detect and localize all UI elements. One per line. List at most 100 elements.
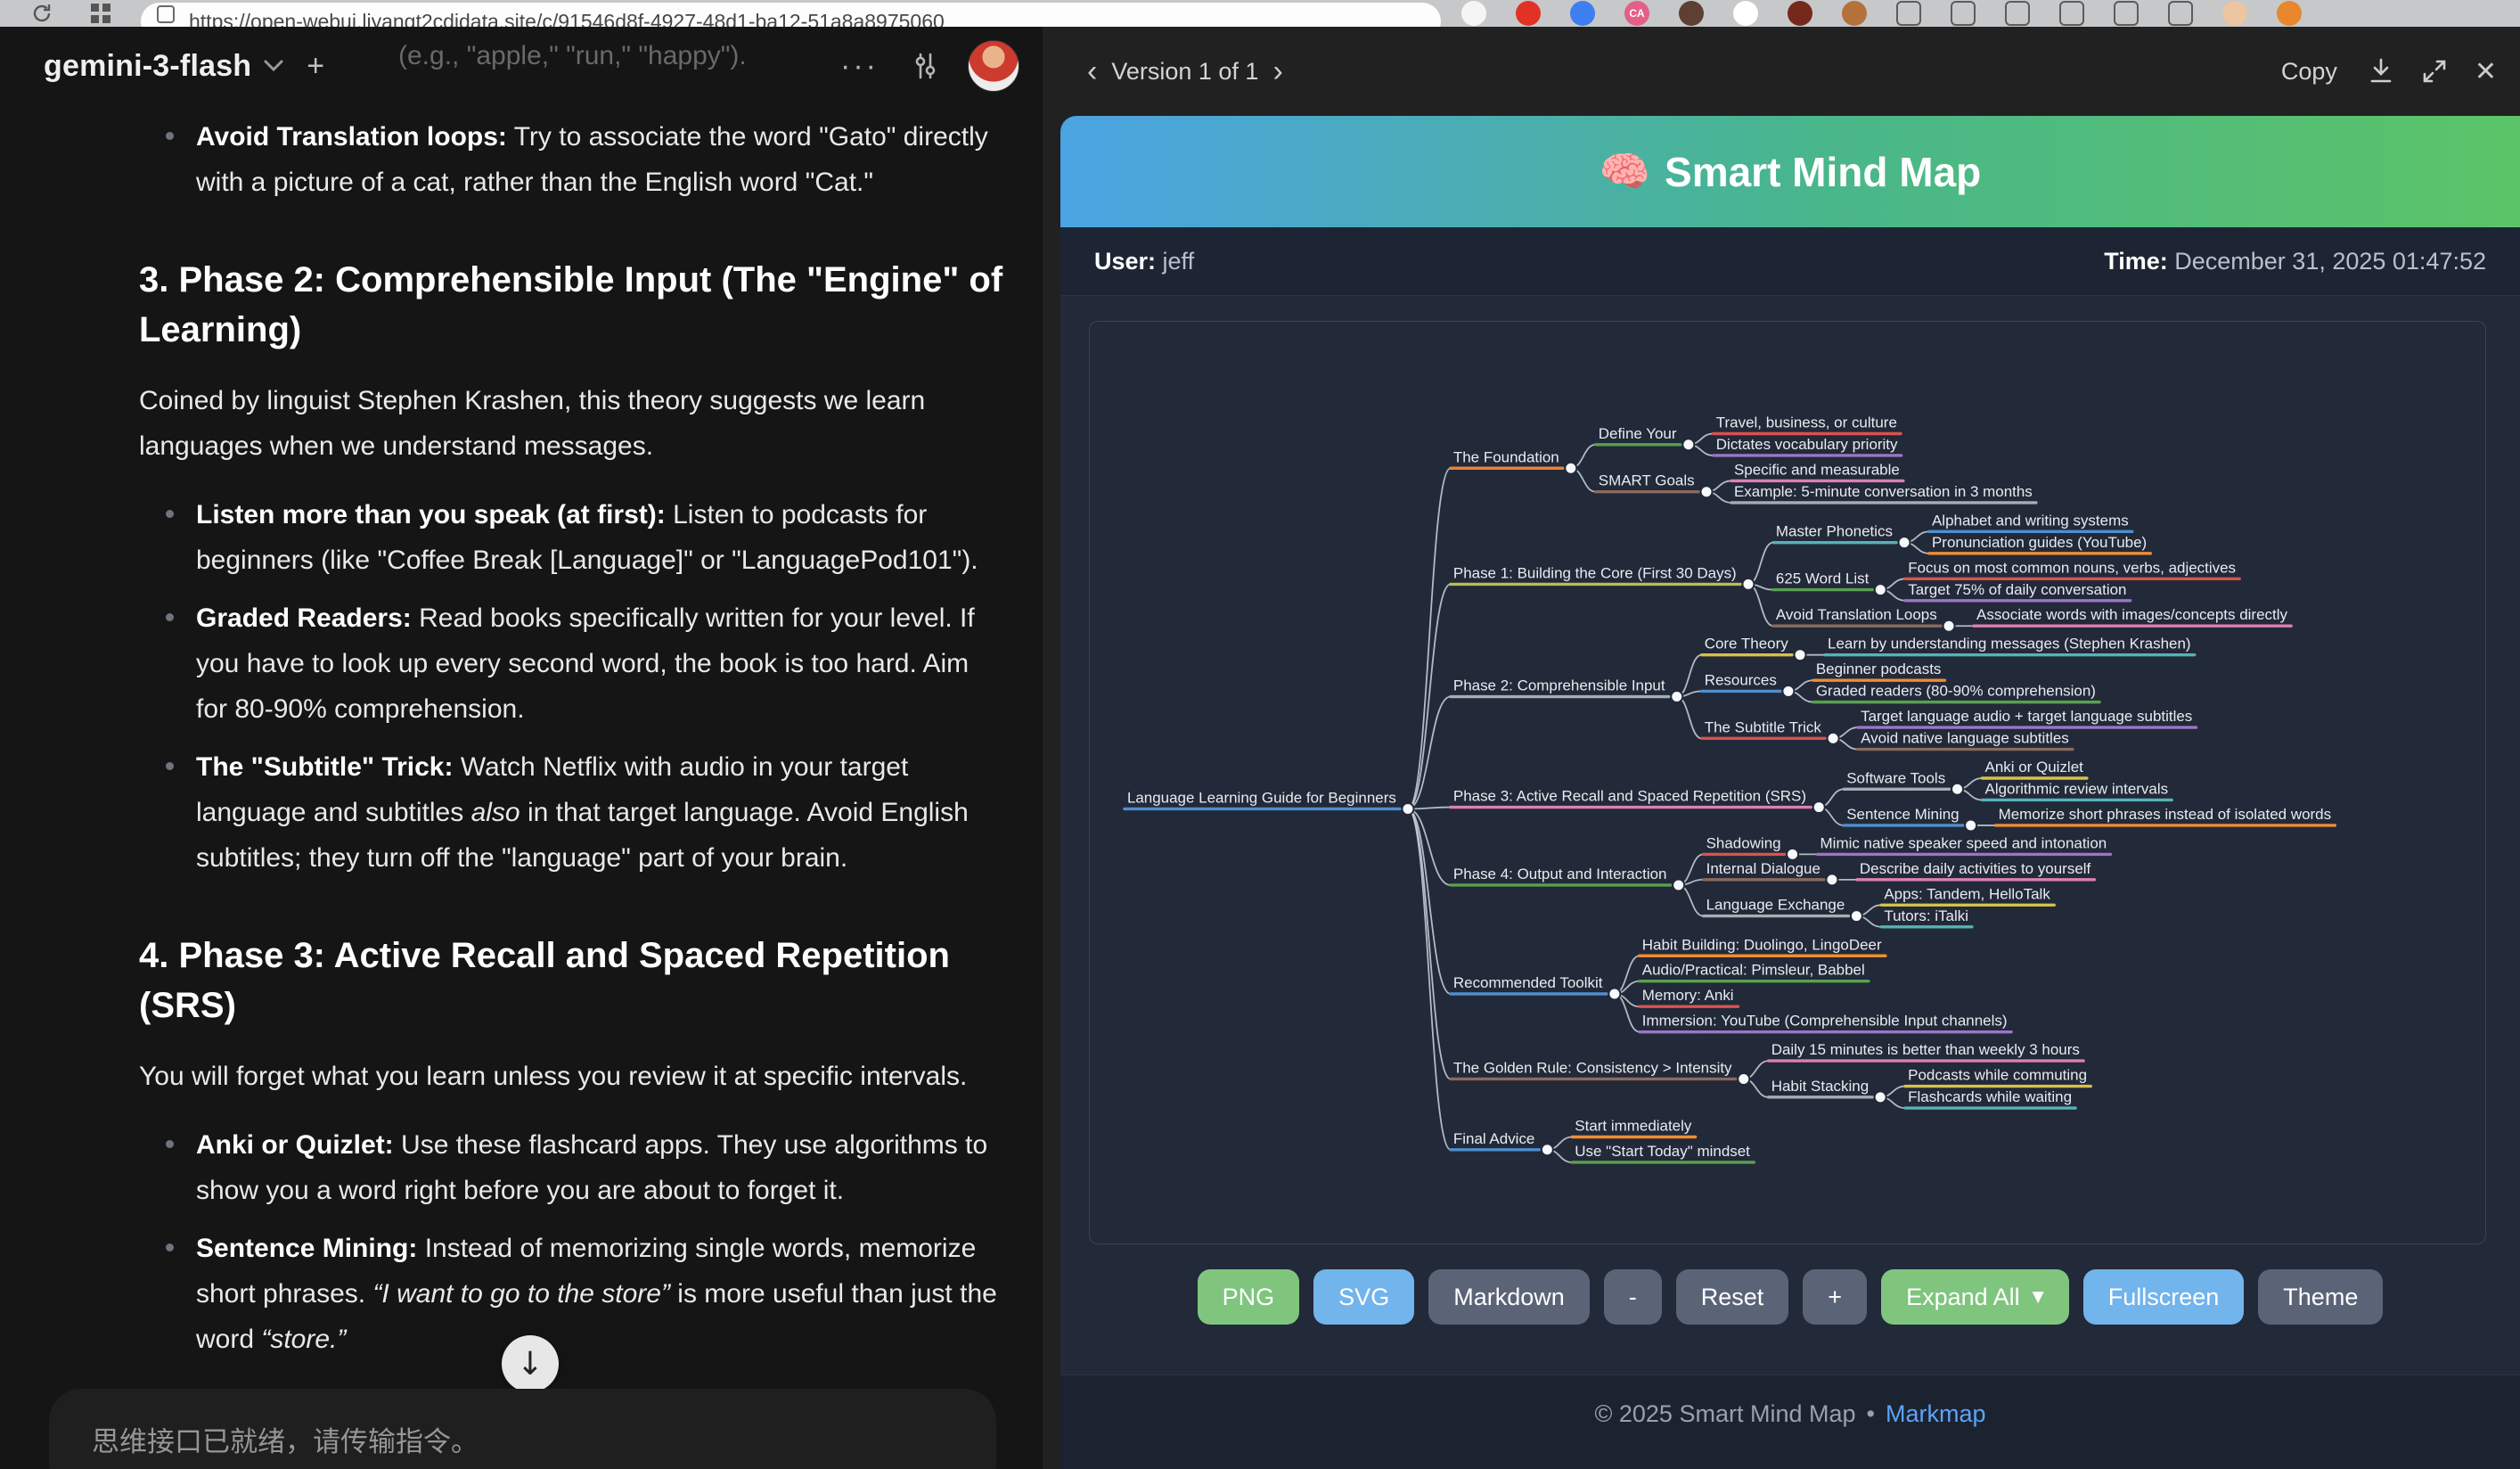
- favicon[interactable]: [1679, 1, 1704, 26]
- close-icon[interactable]: ✕: [2475, 56, 2497, 87]
- extensions-row: CA: [1461, 1, 2302, 26]
- bullet-icon: [166, 510, 174, 518]
- footer-copyright: © 2025 Smart Mind Map: [1594, 1400, 1855, 1428]
- user-info: User: jeff: [1094, 248, 1194, 275]
- mm-button-svg[interactable]: SVG: [1313, 1269, 1414, 1325]
- svg-text:Shadowing: Shadowing: [1706, 834, 1781, 851]
- avatar[interactable]: [968, 40, 1019, 92]
- mindmap-footer: © 2025 Smart Mind Map • Markmap: [1060, 1375, 2520, 1469]
- favicon[interactable]: [1896, 1, 1921, 26]
- scroll-to-bottom-button[interactable]: ↓: [502, 1335, 559, 1392]
- address-url: https://open-webui.liyangt2cdidata.site/…: [189, 10, 945, 28]
- download-icon[interactable]: [2368, 57, 2394, 86]
- mm-button-fullscreen[interactable]: Fullscreen: [2083, 1269, 2245, 1325]
- doc-bullet: Avoid Translation loops: Try to associat…: [139, 114, 1005, 205]
- favicon[interactable]: [2168, 1, 2193, 26]
- svg-text:Core Theory: Core Theory: [1705, 636, 1789, 652]
- chat-panel: (e.g., "apple," "run," "happy"). gemini-…: [0, 27, 1043, 1469]
- svg-text:Beginner podcasts: Beginner podcasts: [1816, 661, 1942, 677]
- time-info: Time: December 31, 2025 01:47:52: [2104, 248, 2486, 275]
- svg-text:Avoid native language subtitle: Avoid native language subtitles: [1861, 730, 2069, 747]
- favicon[interactable]: [2059, 1, 2084, 26]
- svg-text:Alphabet and writing systems: Alphabet and writing systems: [1932, 512, 2129, 529]
- controls-icon[interactable]: [909, 50, 941, 82]
- bullet-icon: [166, 1243, 174, 1252]
- artifact-toolbar: ‹ Version 1 of 1 › Copy ✕: [1043, 27, 2520, 116]
- next-version-button[interactable]: ›: [1258, 54, 1297, 89]
- svg-text:Define Your: Define Your: [1599, 425, 1677, 442]
- mindmap-body: Travel, business, or cultureDictates voc…: [1060, 296, 2520, 1375]
- favicon[interactable]: CA: [1624, 1, 1649, 26]
- doc-heading: 3. Phase 2: Comprehensible Input (The "E…: [139, 255, 1005, 355]
- svg-text:The Subtitle Trick: The Subtitle Trick: [1705, 718, 1822, 735]
- mindmap-svg[interactable]: Travel, business, or cultureDictates voc…: [1090, 322, 2485, 1245]
- svg-text:Phase 3: Active Recall and Spa: Phase 3: Active Recall and Spaced Repeti…: [1453, 788, 1806, 805]
- svg-text:Describe daily activities to y: Describe daily activities to yourself: [1860, 860, 2091, 877]
- previous-version-button[interactable]: ‹: [1073, 54, 1111, 89]
- svg-text:Dictates vocabulary priority: Dictates vocabulary priority: [1716, 436, 1898, 453]
- doc-paragraph: You will forget what you learn unless yo…: [139, 1054, 1005, 1099]
- message-input[interactable]: 思维接口已就绪，请传输指令。: [49, 1389, 996, 1469]
- mm-button-theme[interactable]: Theme: [2258, 1269, 2383, 1325]
- footer-separator: •: [1867, 1400, 1875, 1428]
- favicon[interactable]: [2005, 1, 2030, 26]
- mm-button-expand-all[interactable]: Expand All▼: [1881, 1269, 2069, 1325]
- svg-text:Podcasts while commuting: Podcasts while commuting: [1908, 1067, 2087, 1084]
- svg-text:Memory: Anki: Memory: Anki: [1642, 987, 1734, 1004]
- favicon[interactable]: [2277, 1, 2302, 26]
- copy-button[interactable]: Copy: [2281, 58, 2337, 86]
- svg-text:Sentence Mining: Sentence Mining: [1846, 806, 1959, 823]
- svg-text:Recommended Toolkit: Recommended Toolkit: [1453, 974, 1603, 991]
- assistant-message: Avoid Translation loops: Try to associat…: [139, 102, 1005, 1469]
- doc-heading: 4. Phase 3: Active Recall and Spaced Rep…: [139, 931, 1005, 1030]
- address-bar[interactable]: https://open-webui.liyangt2cdidata.site/…: [141, 3, 1441, 27]
- version-label: Version 1 of 1: [1111, 58, 1258, 86]
- favicon[interactable]: [2114, 1, 2139, 26]
- svg-text:Resources: Resources: [1705, 671, 1777, 688]
- svg-text:Habit Building: Duolingo, Ling: Habit Building: Duolingo, LingoDeer: [1642, 936, 1882, 953]
- more-options-button[interactable]: ···: [840, 49, 879, 84]
- mm-button-png[interactable]: PNG: [1198, 1269, 1300, 1325]
- svg-text:Internal Dialogue: Internal Dialogue: [1706, 860, 1820, 877]
- favicon[interactable]: [1461, 1, 1486, 26]
- user-value: jeff: [1163, 248, 1195, 275]
- chevron-down-icon: ▼: [2033, 1288, 2044, 1306]
- apps-grid-icon[interactable]: [89, 2, 112, 27]
- mm-button-markdown[interactable]: Markdown: [1428, 1269, 1590, 1325]
- favicon[interactable]: [1951, 1, 1976, 26]
- fullscreen-icon[interactable]: [2421, 58, 2448, 85]
- bullet-icon: [166, 762, 174, 770]
- model-selector[interactable]: gemini-3-flash: [44, 49, 251, 84]
- mm-button--[interactable]: -: [1604, 1269, 1662, 1325]
- mm-button--[interactable]: +: [1803, 1269, 1867, 1325]
- svg-text:Associate words with images/co: Associate words with images/concepts dir…: [1976, 606, 2287, 623]
- user-label: User:: [1094, 248, 1156, 275]
- bullet-icon: [166, 613, 174, 621]
- mm-button-reset[interactable]: Reset: [1676, 1269, 1789, 1325]
- favicon[interactable]: [1516, 1, 1541, 26]
- favicon[interactable]: [1570, 1, 1595, 26]
- favicon[interactable]: [1842, 1, 1867, 26]
- arrow-down-icon: ↓: [517, 1346, 544, 1383]
- svg-text:Anki or Quizlet: Anki or Quizlet: [1985, 759, 2084, 776]
- site-info-icon[interactable]: [157, 5, 175, 23]
- time-value: December 31, 2025 01:47:52: [2174, 248, 2486, 275]
- svg-text:SMART Goals: SMART Goals: [1599, 472, 1695, 489]
- chevron-down-icon[interactable]: [264, 60, 283, 72]
- favicon[interactable]: [1788, 1, 1812, 26]
- markmap-link[interactable]: Markmap: [1886, 1400, 1986, 1428]
- svg-text:Graded readers (80-90% compreh: Graded readers (80-90% comprehension): [1816, 683, 2096, 700]
- svg-text:Phase 2: Comprehensible Input: Phase 2: Comprehensible Input: [1453, 677, 1665, 694]
- favicon[interactable]: [2222, 1, 2247, 26]
- new-chat-button[interactable]: +: [307, 49, 324, 84]
- svg-text:Algorithmic review intervals: Algorithmic review intervals: [1985, 780, 2169, 797]
- svg-text:Phase 1: Building the Core (Fi: Phase 1: Building the Core (First 30 Day…: [1453, 564, 1737, 581]
- svg-text:The Foundation: The Foundation: [1453, 448, 1559, 465]
- bullet-icon: [166, 1140, 174, 1148]
- favicon[interactable]: [1733, 1, 1758, 26]
- reload-icon[interactable]: [30, 2, 53, 27]
- svg-text:625 Word List: 625 Word List: [1776, 570, 1870, 587]
- mindmap-canvas[interactable]: Travel, business, or cultureDictates voc…: [1089, 321, 2486, 1244]
- mindmap-header: 🧠 Smart Mind Map: [1060, 116, 2520, 227]
- doc-paragraph: Coined by linguist Stephen Krashen, this…: [139, 378, 1005, 469]
